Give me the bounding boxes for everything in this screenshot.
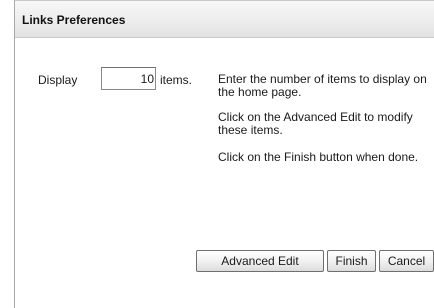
cancel-button[interactable]: Cancel: [379, 250, 434, 272]
page: Links Preferences Display items. Enter t…: [0, 0, 434, 308]
instruction-finish: Click on the Finish button when done.: [218, 150, 419, 164]
advanced-edit-button[interactable]: Advanced Edit: [196, 250, 324, 272]
panel-header: Links Preferences: [15, 1, 434, 38]
item-count-input[interactable]: [101, 67, 156, 90]
finish-button[interactable]: Finish: [327, 250, 376, 272]
panel-title: Links Preferences: [22, 13, 126, 27]
display-label: Display: [38, 73, 78, 87]
instruction-advanced-edit: Click on the Advanced Edit to modify the…: [218, 110, 413, 137]
items-label: items.: [160, 73, 193, 87]
instruction-item-count: Enter the number of items to display on …: [218, 72, 427, 99]
links-preferences-panel: Links Preferences Display items. Enter t…: [14, 0, 434, 308]
